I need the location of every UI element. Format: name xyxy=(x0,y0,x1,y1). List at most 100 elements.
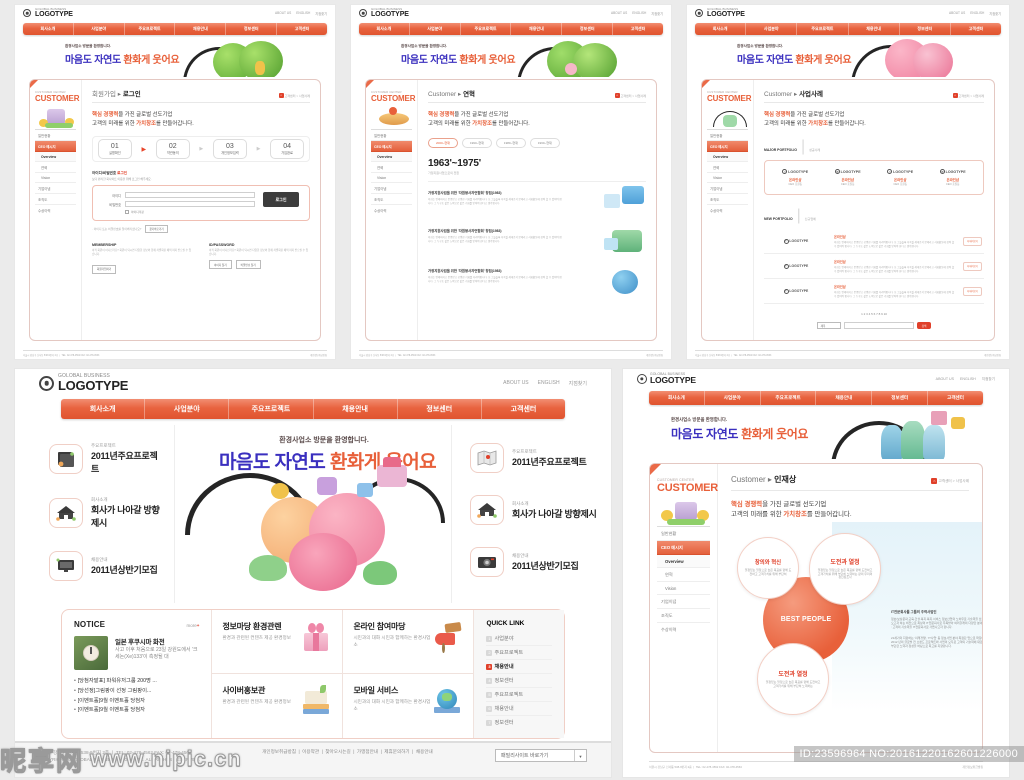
home-icon[interactable]: ⌂ xyxy=(614,93,620,98)
footer-link-1[interactable]: 이용약관 xyxy=(302,749,319,755)
nav-item-5[interactable]: 고객센터 xyxy=(277,23,327,35)
sidebar-item-7[interactable]: 수상이력 xyxy=(371,205,412,215)
nav-item-3[interactable]: 채용안내 xyxy=(511,23,563,35)
find-button[interactable]: 찾기바로가기 xyxy=(145,225,168,234)
portfolio-row[interactable]: LOGOTYPE 온라인샵 저희는 언제까지고 존중받고 공평한 기회를 지켜야… xyxy=(764,229,984,255)
quicklink-item-2[interactable]: 3 채용안내 xyxy=(486,660,552,674)
breadcrumb-parent[interactable]: Customer xyxy=(428,91,456,98)
service-card-2[interactable]: 사이버홍보관 환경과 관련된 컨텐츠 제공 환경정보 xyxy=(212,674,344,738)
period-chip-0[interactable]: 2000~현재 xyxy=(428,138,458,149)
sidebar-menu[interactable]: 일반현황 CEO 메시지 Overview 연혁 Vision 기업이념 조직도… xyxy=(707,129,748,215)
sidebar-item-6[interactable]: 조직도 xyxy=(35,194,76,205)
best-people-node-1[interactable]: 도전과 열정 열정있는 열정으로 높은 목표를 향해 도전하고 고객가치를 위해… xyxy=(809,532,881,605)
portfolio-row[interactable]: LOGOTYPE 온라인샵 저희는 언제까지고 존중받고 공평한 기회를 지켜야… xyxy=(764,254,984,280)
main-home-page[interactable]: GOLOBAL BUSINESS LOGOTYPE ABOUT US ENGLI… xyxy=(14,368,612,778)
sidebar-item-1[interactable]: CEO 메시지 xyxy=(35,141,76,152)
footer-link-0[interactable]: 개인정보취급방침 xyxy=(262,749,296,755)
quicklink-row-0[interactable]: 주요프로젝트 2011년주요프로젝트 xyxy=(49,443,162,475)
util-link-about[interactable]: ABOUT US xyxy=(503,380,528,387)
quicklink-left[interactable]: 주요프로젝트 2011년주요프로젝트 회사소개 회사가 나아갈 방향제시 채용안… xyxy=(15,425,175,603)
nav-item-3[interactable]: 채용안내 xyxy=(314,399,398,419)
home-icon[interactable]: ⌂ xyxy=(952,93,958,98)
global-nav[interactable]: 회사소개 사업분야 주요프로젝트 채용안내 정보센터 고객센터 xyxy=(23,23,327,35)
home-icon[interactable]: ⌂ xyxy=(278,93,284,98)
sidebar-item-1[interactable]: CEO 메시지 xyxy=(371,141,412,152)
period-chip-3[interactable]: 1960~현재 xyxy=(529,138,560,149)
global-nav[interactable]: 회사소개 사업분야 주요프로젝트 채용안내 정보센터 고객센터 xyxy=(695,23,1001,35)
util-link-about[interactable]: ABOUT US xyxy=(611,11,627,16)
nav-item-5[interactable]: 고객센터 xyxy=(482,399,565,419)
utility-nav[interactable]: ABOUT US ENGLISH 지점찾기 xyxy=(936,377,995,382)
notice-more-link[interactable]: more+ xyxy=(187,623,200,628)
pagination[interactable]: 1 2 3 4 5 6 7 8 9 10 xyxy=(764,312,984,316)
nav-item-0[interactable]: 회사소개 xyxy=(649,391,705,405)
step-4[interactable]: 04 가입완료 xyxy=(270,139,305,160)
util-link-branch[interactable]: 지점찾기 xyxy=(315,11,327,16)
sidebar-item-5[interactable]: 기업이념 xyxy=(707,183,748,194)
quicklink-box[interactable]: QUICK LINK 1 사업분야 2 주요프로젝트 3 채용안내 4 정보센터 5 주요… xyxy=(473,610,564,738)
nav-item-0[interactable]: 회사소개 xyxy=(23,23,74,35)
util-link-about[interactable]: ABOUT US xyxy=(949,11,965,16)
quicklink-item-0[interactable]: 1 사업분야 xyxy=(486,632,552,646)
sidebar-menu[interactable]: 일반현황 CEO 메시지 Overview 연혁 Vision 기업이념 조직도… xyxy=(371,129,412,215)
row-detail-button[interactable]: 자세히보기 xyxy=(963,261,982,271)
sidebar-item-2[interactable]: Overview xyxy=(707,152,748,162)
quicklink-row-2[interactable]: 채용안내 2011년상반기모집 xyxy=(49,551,162,581)
breadcrumb-parent[interactable]: 회원가입 xyxy=(92,91,116,98)
util-link-branch[interactable]: 지점찾기 xyxy=(982,377,995,382)
service-card-3[interactable]: 모바일 서비스 시민과의 대화 시민과 함께하는 환경사업소 xyxy=(343,674,473,738)
nav-item-2[interactable]: 주요프로젝트 xyxy=(125,23,176,35)
nav-item-4[interactable]: 정보센터 xyxy=(398,399,482,419)
nav-item-3[interactable]: 채용안내 xyxy=(849,23,900,35)
logo[interactable]: GOLOBAL BUSINESS LOGOTYPE xyxy=(23,8,73,18)
nav-item-3[interactable]: 채용안내 xyxy=(816,391,873,405)
service-card-1[interactable]: 온라인 참여마당 시민과의 대화 시민과 함께하는 환경사업소 xyxy=(343,610,474,674)
footer-link-4[interactable]: 제휴문의하기 xyxy=(384,749,409,755)
row-detail-button[interactable]: 자세히보기 xyxy=(963,236,982,246)
nav-item-2[interactable]: 주요프로젝트 xyxy=(797,23,849,35)
footer-privacy[interactable]: 개인정보취급방침 xyxy=(962,765,983,769)
notice-item-3[interactable]: [이벤트홀]9월 이벤트홀 당첨자 xyxy=(74,706,199,716)
find-id-button[interactable]: 아이디 찾기 xyxy=(209,260,232,270)
nav-item-3[interactable]: 채용안내 xyxy=(175,23,227,35)
sidebar-item-2[interactable]: Overview xyxy=(371,152,412,162)
logo[interactable]: GOLOBAL BUSINESS LOGOTYPE xyxy=(39,374,128,392)
global-nav[interactable]: 회사소개 사업분야 주요프로젝트 채용안내 정보센터 고객센터 xyxy=(61,399,565,419)
sidebar-item-5[interactable]: 기업이념 xyxy=(35,183,76,194)
join-button[interactable]: 회원가입하기 xyxy=(92,264,117,274)
nav-item-2[interactable]: 주요프로젝트 xyxy=(761,391,817,405)
sidebar[interactable]: CUSTOMER CENTER CUSTOMER 일반현황 CEO 메시지 Ov… xyxy=(30,80,82,340)
sidebar-item-0[interactable]: 일반현황 xyxy=(657,527,710,541)
quicklink-right[interactable]: 주요프로젝트 2011년주요프로젝트 회사소개 회사가 나아갈 방향제시 채용안… xyxy=(451,425,611,603)
util-link-about[interactable]: ABOUT US xyxy=(936,377,954,382)
nav-item-1[interactable]: 사업분야 xyxy=(74,23,125,35)
nav-item-5[interactable]: 고객센터 xyxy=(928,391,983,405)
footer-privacy[interactable]: 개인정보취급방침 xyxy=(984,353,1001,357)
global-nav[interactable]: 회사소개 사업분야 주요프로젝트 채용안내 정보센터 고객센터 xyxy=(359,23,663,35)
quicklink-row-5[interactable]: 채용안내 2011년상반기모집 xyxy=(470,547,599,577)
notice-item-2[interactable]: [이벤트홀]9월 이벤트홀 당첨자 xyxy=(74,697,199,707)
search-input[interactable] xyxy=(843,322,914,330)
search-field-select[interactable]: 제목 xyxy=(816,322,841,330)
search-button[interactable]: 검색 xyxy=(916,322,932,330)
thumbnail-history-page[interactable]: GOLOBAL BUSINESS LOGOTYPE ABOUT US ENGLI… xyxy=(350,4,672,360)
sidebar-item-0[interactable]: 일반현황 xyxy=(371,130,412,141)
quicklink-item-1[interactable]: 2 주요프로젝트 xyxy=(486,646,552,660)
global-nav[interactable]: 회사소개 사업분야 주요프로젝트 채용안내 정보센터 고객센터 xyxy=(649,391,983,405)
footer-privacy[interactable]: 개인정보취급방침 xyxy=(310,353,327,357)
find-pw-button[interactable]: 비밀번호 찾기 xyxy=(235,260,261,270)
sidebar-item-3[interactable]: 연혁 xyxy=(707,162,748,173)
period-chip-2[interactable]: 1980~현재 xyxy=(495,138,526,149)
sidebar-menu[interactable]: 일반현황 CEO 메시지 Overview 연혁 Vision 기업이념 조직도… xyxy=(657,526,710,636)
quicklink-row-3[interactable]: 주요프로젝트 2011년주요프로젝트 xyxy=(470,443,599,473)
portfolio-card[interactable]: LOGOTYPE 온라인샵 CEO 홍길동 xyxy=(769,169,822,186)
step-1[interactable]: 01 실명확인 xyxy=(97,139,132,160)
notice-list[interactable]: [당첨자발표] 파워유저그룹 200명 ... [당선정]그림팡이 선정 그림팡… xyxy=(74,677,199,716)
quicklink-list[interactable]: 1 사업분야 2 주요프로젝트 3 채용안내 4 정보센터 5 주요프로젝트 6 채용안내 … xyxy=(486,632,552,729)
sidebar-item-7[interactable]: 수상이력 xyxy=(657,623,710,636)
quicklink-item-6[interactable]: 7 정보센터 xyxy=(486,716,552,729)
quicklink-row-4[interactable]: 회사소개 회사가 나아갈 방향제시 xyxy=(470,495,599,525)
util-link-english[interactable]: ENGLISH xyxy=(960,377,976,382)
util-link-english[interactable]: ENGLISH xyxy=(970,11,984,16)
util-link-english[interactable]: ENGLISH xyxy=(632,11,646,16)
